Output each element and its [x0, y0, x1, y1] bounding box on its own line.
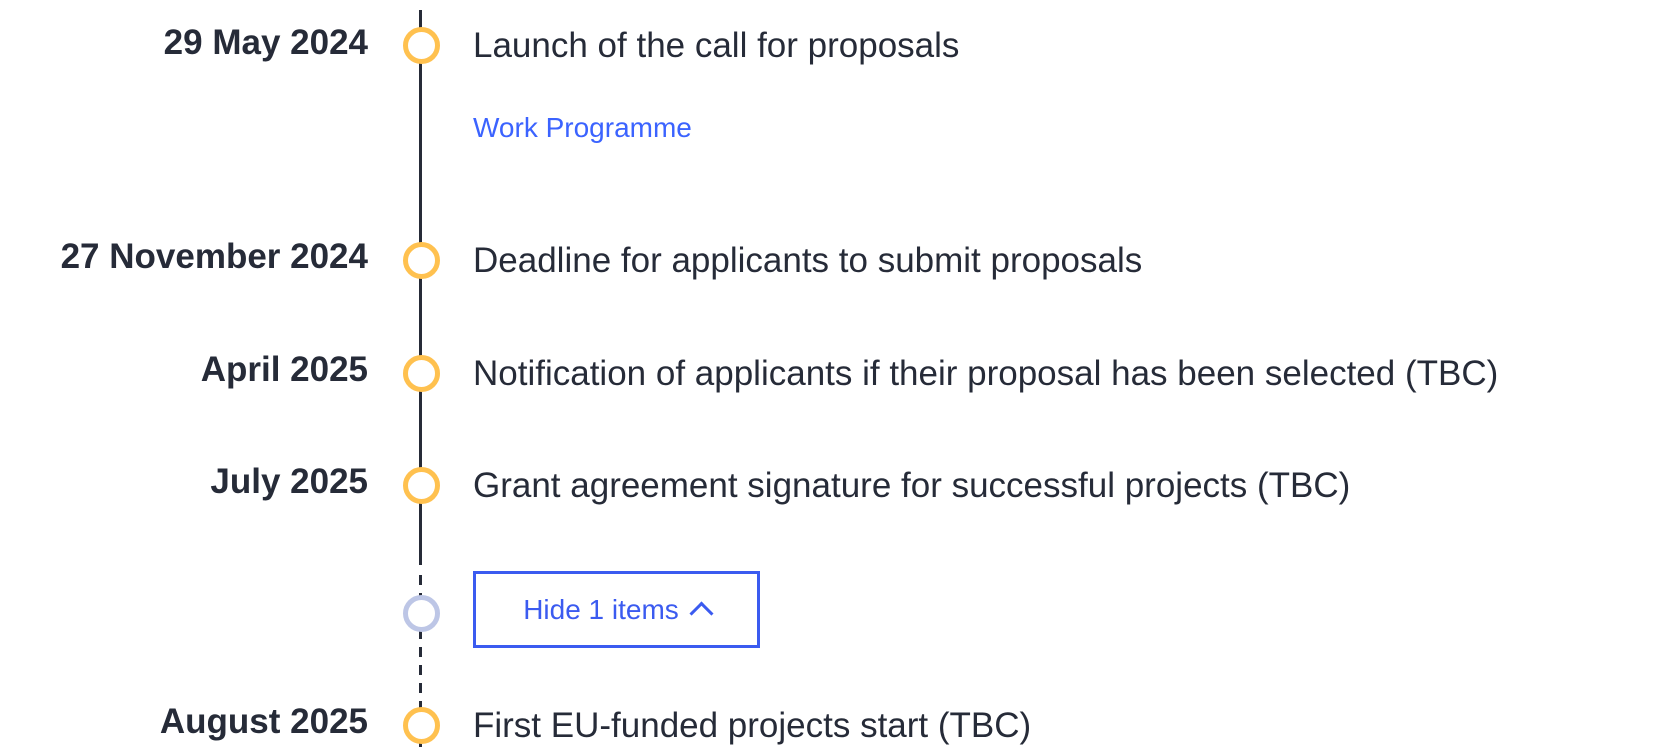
collapsed-items-marker [403, 595, 440, 632]
timeline-date: April 2025 [200, 350, 368, 389]
timeline-description: Deadline for applicants to submit propos… [473, 241, 1143, 280]
timeline-marker [403, 467, 440, 504]
hide-items-label: Hide 1 items [523, 593, 679, 625]
hide-items-button[interactable]: Hide 1 items [473, 571, 760, 648]
timeline-date: 29 May 2024 [163, 23, 368, 62]
timeline-date: August 2025 [159, 702, 368, 741]
timeline-marker [403, 355, 440, 392]
chevron-up-icon [689, 601, 714, 626]
work-programme-link[interactable]: Work Programme [473, 111, 692, 145]
timeline-date: 27 November 2024 [60, 237, 368, 276]
timeline-description: Launch of the call for proposals [473, 26, 960, 65]
timeline-description: Notification of applicants if their prop… [473, 354, 1499, 393]
timeline-description: First EU-funded projects start (TBC) [473, 706, 1032, 745]
timeline-marker [403, 27, 440, 64]
timeline-marker [403, 242, 440, 279]
timeline-date: July 2025 [210, 462, 368, 501]
timeline-marker [403, 707, 440, 744]
timeline-description: Grant agreement signature for successful… [473, 466, 1351, 505]
timeline: 29 May 2024 Launch of the call for propo… [0, 0, 1654, 747]
